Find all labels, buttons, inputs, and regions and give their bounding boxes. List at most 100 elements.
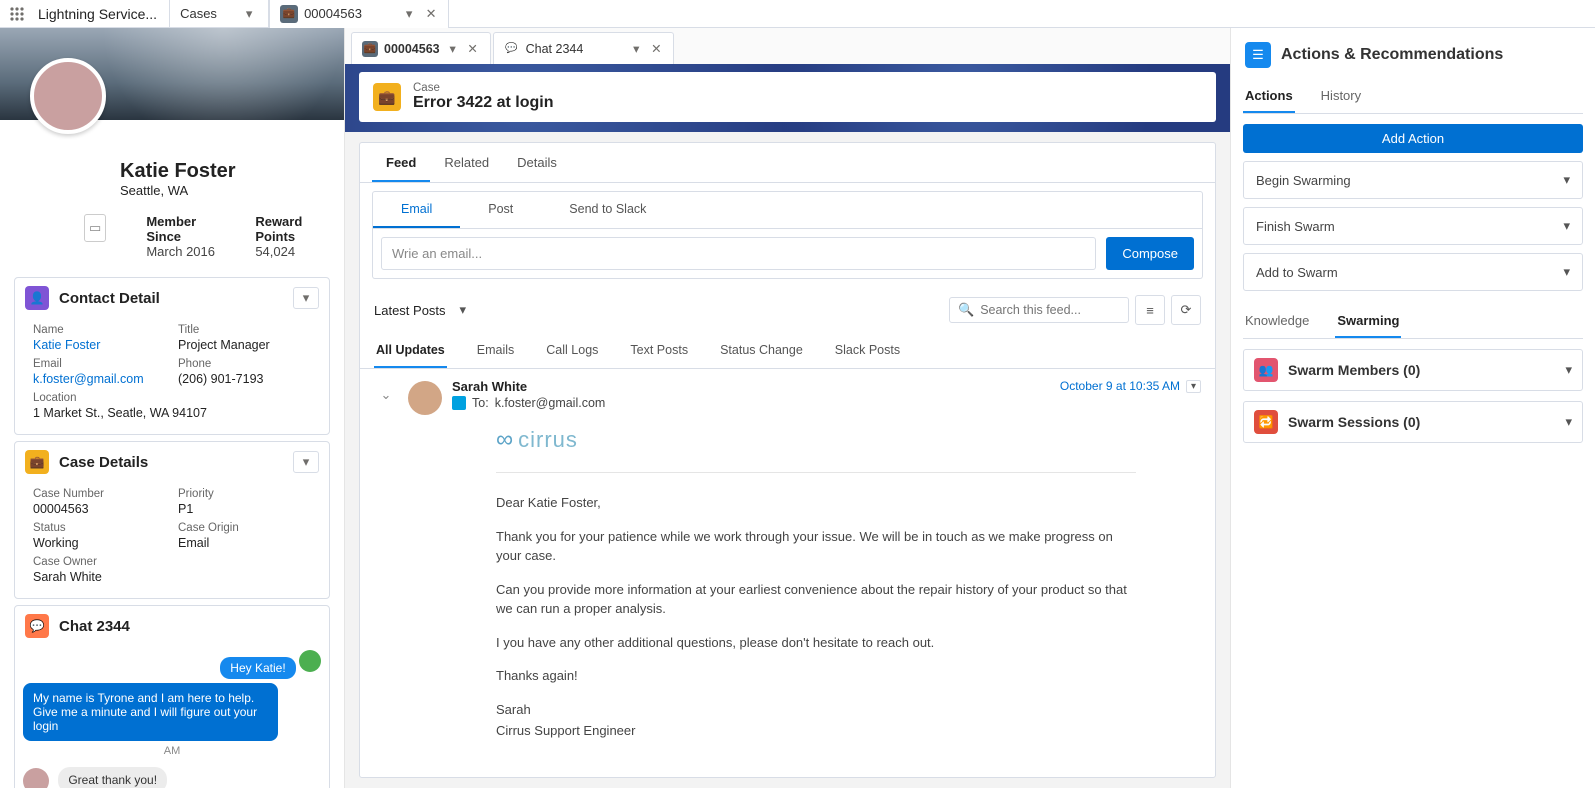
to-label: To: — [472, 396, 489, 410]
section-title: Swarm Members (0) — [1288, 362, 1555, 378]
case-header-band: 💼 Case Error 3422 at login — [345, 64, 1230, 132]
chevron-down-icon[interactable]: ▾ — [629, 41, 643, 56]
chevron-down-icon[interactable]: ▾ — [400, 6, 418, 22]
customer-avatar — [23, 768, 49, 788]
field-value-email[interactable]: k.foster@gmail.com — [33, 370, 166, 386]
member-since-value: March 2016 — [146, 244, 215, 259]
feed-tab-slack[interactable]: Slack Posts — [833, 335, 902, 368]
field-value: Email — [178, 534, 311, 550]
contact-avatar — [30, 58, 106, 134]
actions-title: Actions & Recommendations — [1281, 46, 1503, 64]
sub-tab-chat[interactable]: 💬 Chat 2344 ▾ ✕ — [493, 32, 675, 64]
field-value-location: 1 Market St., Seatle, WA 94107 — [33, 404, 311, 420]
sessions-icon: 🔁 — [1254, 410, 1278, 434]
chat-panel: 💬 Chat 2344 Hey Katie! My name is Tyrone… — [14, 605, 330, 788]
tab-swarming[interactable]: Swarming — [1335, 307, 1401, 338]
panel-title: Chat 2344 — [59, 618, 319, 635]
swarm-sessions-section[interactable]: 🔁 Swarm Sessions (0) ▾ — [1243, 401, 1583, 443]
contact-location: Seattle, WA — [120, 183, 326, 198]
contact-icon: 👤 — [25, 286, 49, 310]
sub-tab-label: Chat 2344 — [526, 42, 584, 56]
chevron-down-icon[interactable]: ▾ — [446, 41, 460, 56]
briefcase-icon: 💼 — [373, 83, 401, 111]
composer-tab-post[interactable]: Post — [460, 192, 541, 228]
author-avatar — [408, 381, 442, 415]
action-item-finish-swarm[interactable]: Finish Swarm ▾ — [1243, 207, 1583, 245]
field-label: Name — [33, 324, 166, 336]
search-icon: 🔍 — [958, 302, 974, 318]
close-icon[interactable]: ✕ — [649, 41, 663, 56]
panel-menu-button[interactable]: ▾ — [293, 451, 319, 473]
feed-tab-all[interactable]: All Updates — [374, 335, 447, 368]
add-action-button[interactable]: Add Action — [1243, 124, 1583, 153]
action-item-label: Begin Swarming — [1256, 173, 1351, 188]
chevron-down-icon[interactable]: ▾ — [1563, 264, 1570, 280]
field-value: Sarah White — [33, 568, 166, 584]
refresh-icon[interactable]: ⟳ — [1171, 295, 1201, 325]
chevron-down-icon[interactable]: ▾ — [1563, 172, 1570, 188]
chat-timestamp: AM — [23, 745, 321, 757]
feed-tab-calls[interactable]: Call Logs — [544, 335, 600, 368]
feed-timestamp[interactable]: October 9 at 10:35 AM — [1060, 379, 1180, 393]
workspace-tab-label: 00004563 — [304, 6, 362, 21]
case-type-label: Case — [413, 82, 554, 94]
center-column: 💼 00004563 ▾ ✕ 💬 Chat 2344 ▾ ✕ 💼 Case Er… — [345, 28, 1230, 788]
chevron-down-icon[interactable]: ⌄ — [374, 379, 398, 767]
close-icon[interactable]: ✕ — [424, 6, 438, 22]
email-body: Dear Katie Foster, Thank you for your pa… — [496, 493, 1201, 741]
chevron-down-icon[interactable]: ▾ — [1565, 414, 1572, 430]
tab-feed[interactable]: Feed — [372, 143, 430, 182]
chat-bubble-customer: Great thank you! — [58, 767, 167, 788]
search-feed-input[interactable]: 🔍 — [949, 297, 1129, 323]
field-value: P1 — [178, 500, 311, 516]
email-line: Dear Katie Foster, — [496, 493, 1136, 513]
workspace-tab-case[interactable]: 💼 00004563 ▾ ✕ — [269, 0, 449, 28]
field-label: Case Owner — [33, 556, 166, 568]
filter-icon[interactable]: ≡ — [1135, 295, 1165, 325]
feed-tab-emails[interactable]: Emails — [475, 335, 517, 368]
search-feed-field[interactable] — [980, 303, 1120, 317]
chevron-down-icon[interactable]: ▾ — [460, 302, 467, 318]
feed-tab-status[interactable]: Status Change — [718, 335, 805, 368]
chat-bubble-agent: My name is Tyrone and I am here to help.… — [23, 683, 278, 741]
briefcase-icon: 💼 — [280, 5, 298, 23]
chat-icon: 💬 — [25, 614, 49, 638]
left-sidebar: Katie Foster Seattle, WA ▭ Member Since … — [0, 28, 345, 788]
close-icon[interactable]: ✕ — [466, 41, 480, 56]
tab-details[interactable]: Details — [503, 143, 571, 182]
action-item-begin-swarming[interactable]: Begin Swarming ▾ — [1243, 161, 1583, 199]
compose-button[interactable]: Compose — [1106, 237, 1194, 270]
composer-tab-slack[interactable]: Send to Slack — [541, 192, 674, 228]
field-label: Phone — [178, 358, 311, 370]
feed-author[interactable]: Sarah White — [452, 379, 605, 394]
feed-item-menu[interactable]: ▾ — [1186, 380, 1201, 393]
swarm-members-section[interactable]: 👥 Swarm Members (0) ▾ — [1243, 349, 1583, 391]
chat-icon: 💬 — [504, 41, 520, 57]
chevron-down-icon[interactable]: ▾ — [240, 6, 258, 22]
contact-name: Katie Foster — [120, 160, 326, 183]
panel-menu-button[interactable]: ▾ — [293, 287, 319, 309]
chevron-down-icon[interactable]: ▾ — [1563, 218, 1570, 234]
chevron-down-icon[interactable]: ▾ — [1565, 362, 1572, 378]
compose-email-input[interactable]: Wrie an email... — [381, 237, 1096, 270]
feed-tab-texts[interactable]: Text Posts — [628, 335, 690, 368]
tab-related[interactable]: Related — [430, 143, 503, 182]
nav-tab-cases[interactable]: Cases ▾ — [169, 0, 269, 28]
panel-title: Contact Detail — [59, 290, 283, 307]
app-launcher-icon[interactable] — [0, 0, 34, 28]
record-tabs: Feed Related Details — [360, 143, 1215, 183]
sort-label: Latest Posts — [374, 303, 446, 318]
field-value-title: Project Manager — [178, 336, 311, 352]
email-line: Thanks again! — [496, 666, 1136, 686]
global-tab-bar: Lightning Service... Cases ▾ 💼 00004563 … — [0, 0, 1595, 28]
sub-tab-case[interactable]: 💼 00004563 ▾ ✕ — [351, 32, 491, 64]
tab-knowledge[interactable]: Knowledge — [1243, 307, 1311, 338]
email-line: Sarah — [496, 700, 1136, 720]
field-value-name[interactable]: Katie Foster — [33, 336, 166, 352]
action-item-add-to-swarm[interactable]: Add to Swarm ▾ — [1243, 253, 1583, 291]
member-since-label: Member Since — [146, 214, 215, 244]
tab-actions[interactable]: Actions — [1243, 82, 1295, 113]
email-icon — [452, 396, 466, 410]
composer-tab-email[interactable]: Email — [373, 192, 460, 228]
tab-history[interactable]: History — [1319, 82, 1363, 113]
